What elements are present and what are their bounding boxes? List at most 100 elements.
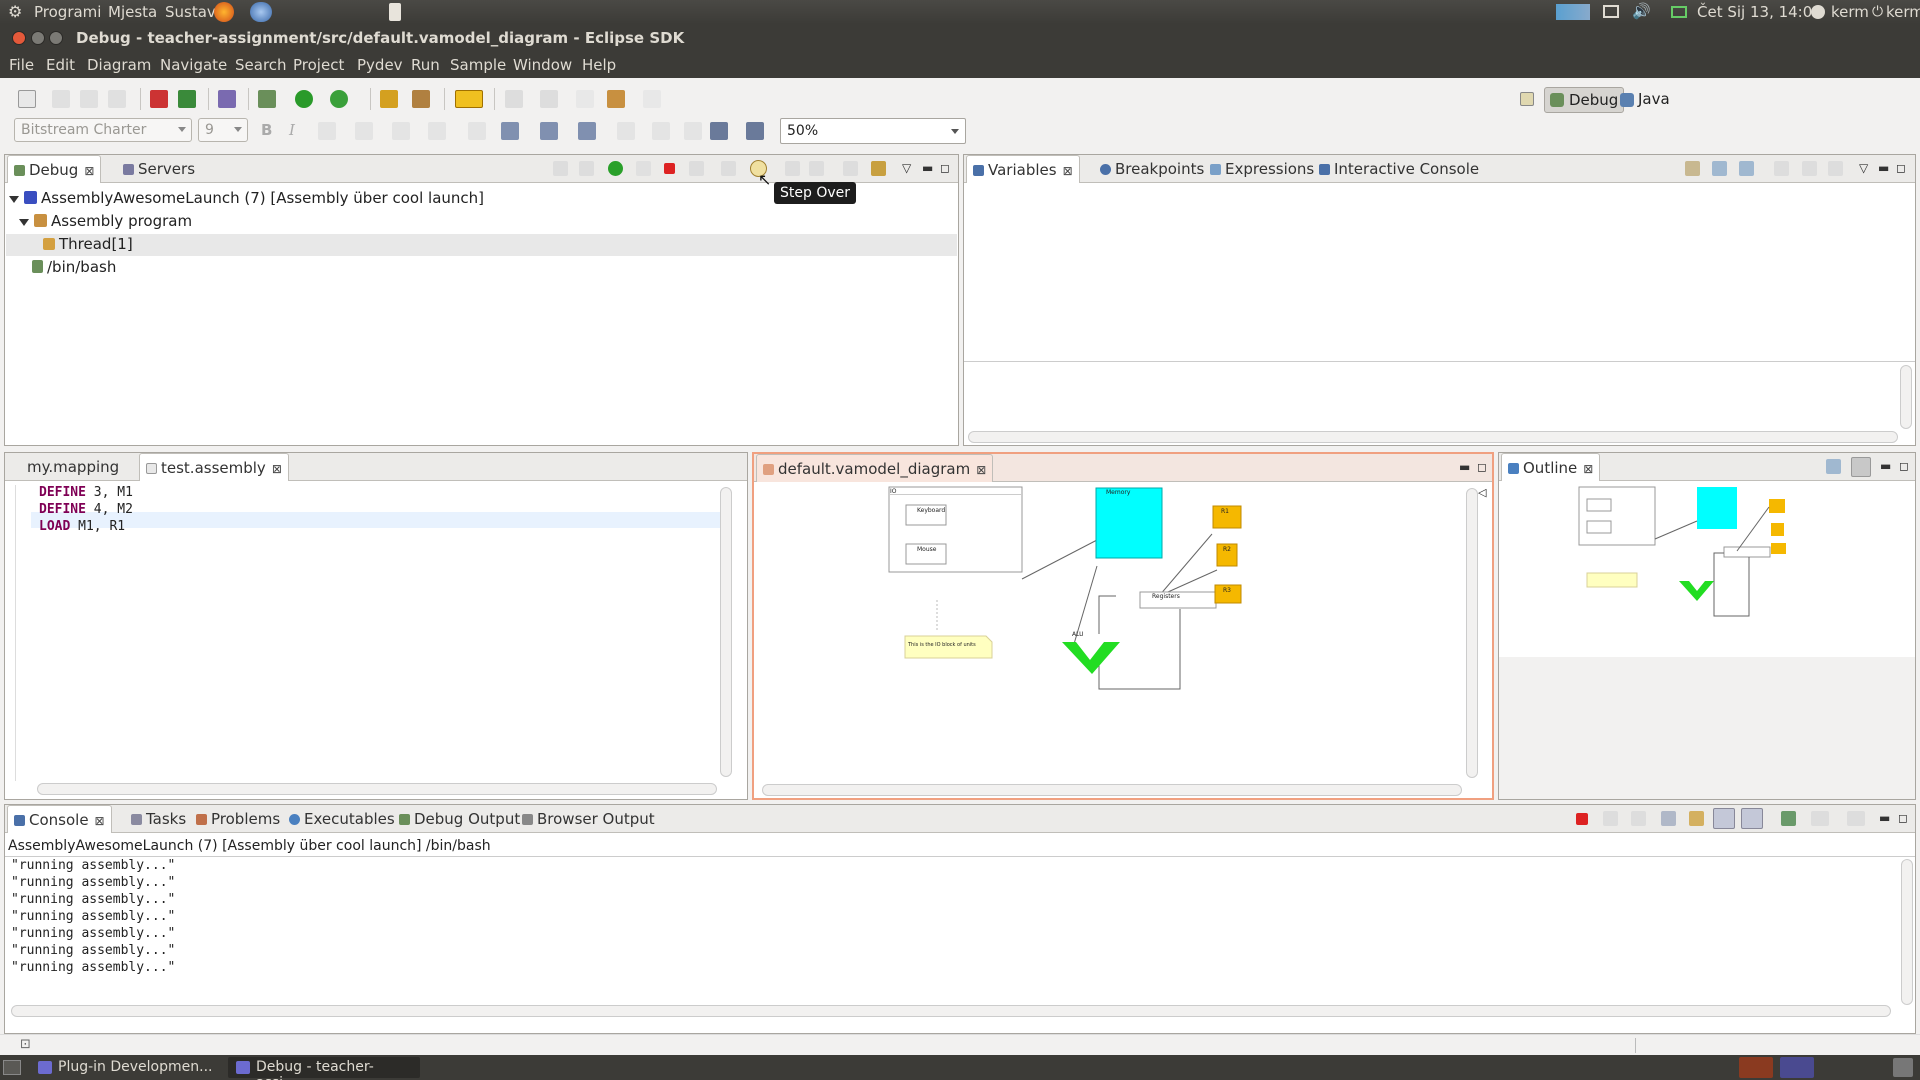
debug-skip-icon[interactable] bbox=[150, 90, 168, 108]
last-edit-icon[interactable] bbox=[576, 90, 594, 108]
tab-interactive-console[interactable]: Interactive Console bbox=[1313, 155, 1485, 183]
maximize-icon[interactable]: ◻ bbox=[1898, 811, 1908, 825]
minimize-icon[interactable]: ▬ bbox=[922, 161, 933, 175]
tab-default-vamodel-diagram[interactable]: default.vamodel_diagram ⊠ bbox=[756, 454, 994, 482]
minimize-icon[interactable]: ▬ bbox=[1879, 811, 1890, 825]
minimize-icon[interactable]: ▬ bbox=[1878, 161, 1889, 175]
step-return-icon[interactable] bbox=[785, 161, 800, 176]
remove-launch-icon[interactable] bbox=[1603, 811, 1618, 826]
instruction-step-icon[interactable] bbox=[871, 161, 886, 176]
status-icon[interactable] bbox=[1811, 5, 1825, 19]
align-icon[interactable] bbox=[540, 122, 558, 140]
tab-servers[interactable]: Servers bbox=[117, 155, 201, 183]
resume-icon[interactable] bbox=[608, 161, 623, 176]
tree-item-program[interactable]: Assembly program bbox=[19, 212, 192, 230]
tab-debug[interactable]: Debug ⊠ bbox=[7, 155, 102, 183]
variables-hscroll[interactable] bbox=[968, 431, 1898, 443]
diagram-hscroll[interactable] bbox=[762, 784, 1462, 796]
perspective-java-button[interactable]: Java bbox=[1620, 90, 1670, 108]
connection[interactable] bbox=[1098, 595, 1116, 634]
run-icon[interactable] bbox=[295, 90, 313, 108]
close-icon[interactable]: ⊠ bbox=[84, 164, 94, 178]
close-icon[interactable]: ⊠ bbox=[95, 814, 105, 828]
distribute-icon[interactable] bbox=[578, 122, 596, 140]
use-step-filters-icon[interactable] bbox=[809, 161, 824, 176]
user-menu[interactable]: kerm bbox=[1831, 3, 1869, 21]
workspace-icon[interactable] bbox=[1780, 1057, 1814, 1078]
editor-hscroll[interactable] bbox=[37, 783, 717, 795]
window-titlebar[interactable]: Debug - teacher-assignment/src/default.v… bbox=[0, 24, 1920, 52]
palette-toggle-icon[interactable]: ◁ bbox=[1478, 486, 1486, 499]
tab-tasks[interactable]: Tasks bbox=[125, 805, 192, 833]
menu-project[interactable]: Project bbox=[293, 56, 344, 74]
tab-breakpoints[interactable]: Breakpoints bbox=[1094, 155, 1210, 183]
fill-color-icon[interactable] bbox=[355, 122, 373, 140]
menu-navigate[interactable]: Navigate bbox=[160, 56, 227, 74]
tab-outline[interactable]: Outline ⊠ bbox=[1501, 453, 1601, 481]
menu-sample[interactable]: Sample bbox=[450, 56, 506, 74]
tab-variables[interactable]: Variables ⊠ bbox=[966, 155, 1080, 183]
search-icon[interactable] bbox=[412, 90, 430, 108]
font-family-combo[interactable]: Bitstream Charter bbox=[14, 118, 192, 142]
print-icon[interactable] bbox=[108, 90, 126, 108]
menu-diagram[interactable]: Diagram bbox=[87, 56, 151, 74]
disconnect-icon[interactable] bbox=[689, 161, 704, 176]
show-type-names-icon[interactable] bbox=[1685, 161, 1700, 176]
tab-my-mapping[interactable]: my.mapping bbox=[9, 453, 125, 481]
editor-vscroll[interactable] bbox=[720, 487, 732, 777]
open-perspective-icon[interactable] bbox=[1520, 92, 1534, 106]
remove-all-icon[interactable] bbox=[1828, 161, 1843, 176]
display-console-icon[interactable] bbox=[1811, 811, 1829, 826]
menu-help[interactable]: Help bbox=[582, 56, 616, 74]
save-all-icon[interactable] bbox=[80, 90, 98, 108]
applications-menu[interactable]: Programi bbox=[34, 3, 101, 21]
remove-all-terminated-icon[interactable] bbox=[1631, 811, 1646, 826]
tree-item-process[interactable]: /bin/bash bbox=[32, 258, 116, 276]
memory-block[interactable] bbox=[1095, 487, 1163, 559]
mail-indicator-icon[interactable] bbox=[1671, 6, 1687, 18]
system-menu[interactable]: Sustav bbox=[165, 3, 216, 21]
maximize-icon[interactable]: ◻ bbox=[1477, 460, 1487, 474]
close-icon[interactable]: ⊠ bbox=[1063, 164, 1073, 178]
expand-icon[interactable] bbox=[19, 219, 29, 226]
select-all-icon[interactable] bbox=[468, 122, 486, 140]
menu-window[interactable]: Window bbox=[513, 56, 572, 74]
perspective-debug-button[interactable]: Debug bbox=[1544, 87, 1625, 113]
maximize-icon[interactable]: ◻ bbox=[1899, 459, 1909, 473]
drop-to-frame-icon[interactable] bbox=[579, 161, 594, 176]
terminate-icon[interactable] bbox=[664, 163, 675, 174]
coverage-icon[interactable] bbox=[330, 90, 348, 108]
tab-expressions[interactable]: Expressions bbox=[1204, 155, 1320, 183]
tree-item-thread-selection[interactable] bbox=[6, 234, 957, 256]
taskbar-item-debug[interactable]: Debug - teacher-assi... bbox=[228, 1057, 420, 1080]
window-maximize-button[interactable] bbox=[49, 31, 63, 45]
forward-icon[interactable] bbox=[643, 90, 661, 108]
prev-edit-icon[interactable] bbox=[505, 90, 523, 108]
window-close-button[interactable] bbox=[12, 31, 26, 45]
applet-icon[interactable] bbox=[389, 3, 401, 21]
terminate-icon[interactable] bbox=[1576, 813, 1588, 825]
line-color-icon[interactable] bbox=[392, 122, 410, 140]
open-type-icon[interactable] bbox=[380, 90, 398, 108]
route-icon[interactable] bbox=[652, 122, 670, 140]
detail-pane-divider[interactable] bbox=[964, 361, 1915, 362]
italic-button[interactable]: I bbox=[289, 121, 295, 139]
window-minimize-button[interactable] bbox=[31, 31, 45, 45]
volume-icon[interactable]: 🔊 bbox=[1632, 2, 1651, 20]
remove-launches-icon[interactable] bbox=[553, 161, 568, 176]
connection[interactable] bbox=[1021, 539, 1098, 580]
save-icon[interactable] bbox=[52, 90, 70, 108]
tab-browser-output[interactable]: Browser Output bbox=[516, 805, 661, 833]
route-rect-icon[interactable] bbox=[684, 122, 702, 140]
maximize-icon[interactable]: ◻ bbox=[1896, 161, 1906, 175]
next-annotation-icon[interactable] bbox=[455, 90, 483, 108]
show-logical-icon[interactable] bbox=[1712, 161, 1727, 176]
show-stdout-icon[interactable] bbox=[1713, 808, 1735, 829]
font-size-combo[interactable]: 9 bbox=[198, 118, 248, 142]
outline-overview-icon[interactable] bbox=[1851, 457, 1871, 477]
minimize-icon[interactable]: ▬ bbox=[1459, 460, 1470, 474]
add-watch-icon[interactable] bbox=[1774, 161, 1789, 176]
remove-icon[interactable] bbox=[1802, 161, 1817, 176]
line-style-icon[interactable] bbox=[428, 122, 446, 140]
console-vscroll[interactable] bbox=[1901, 859, 1913, 1005]
